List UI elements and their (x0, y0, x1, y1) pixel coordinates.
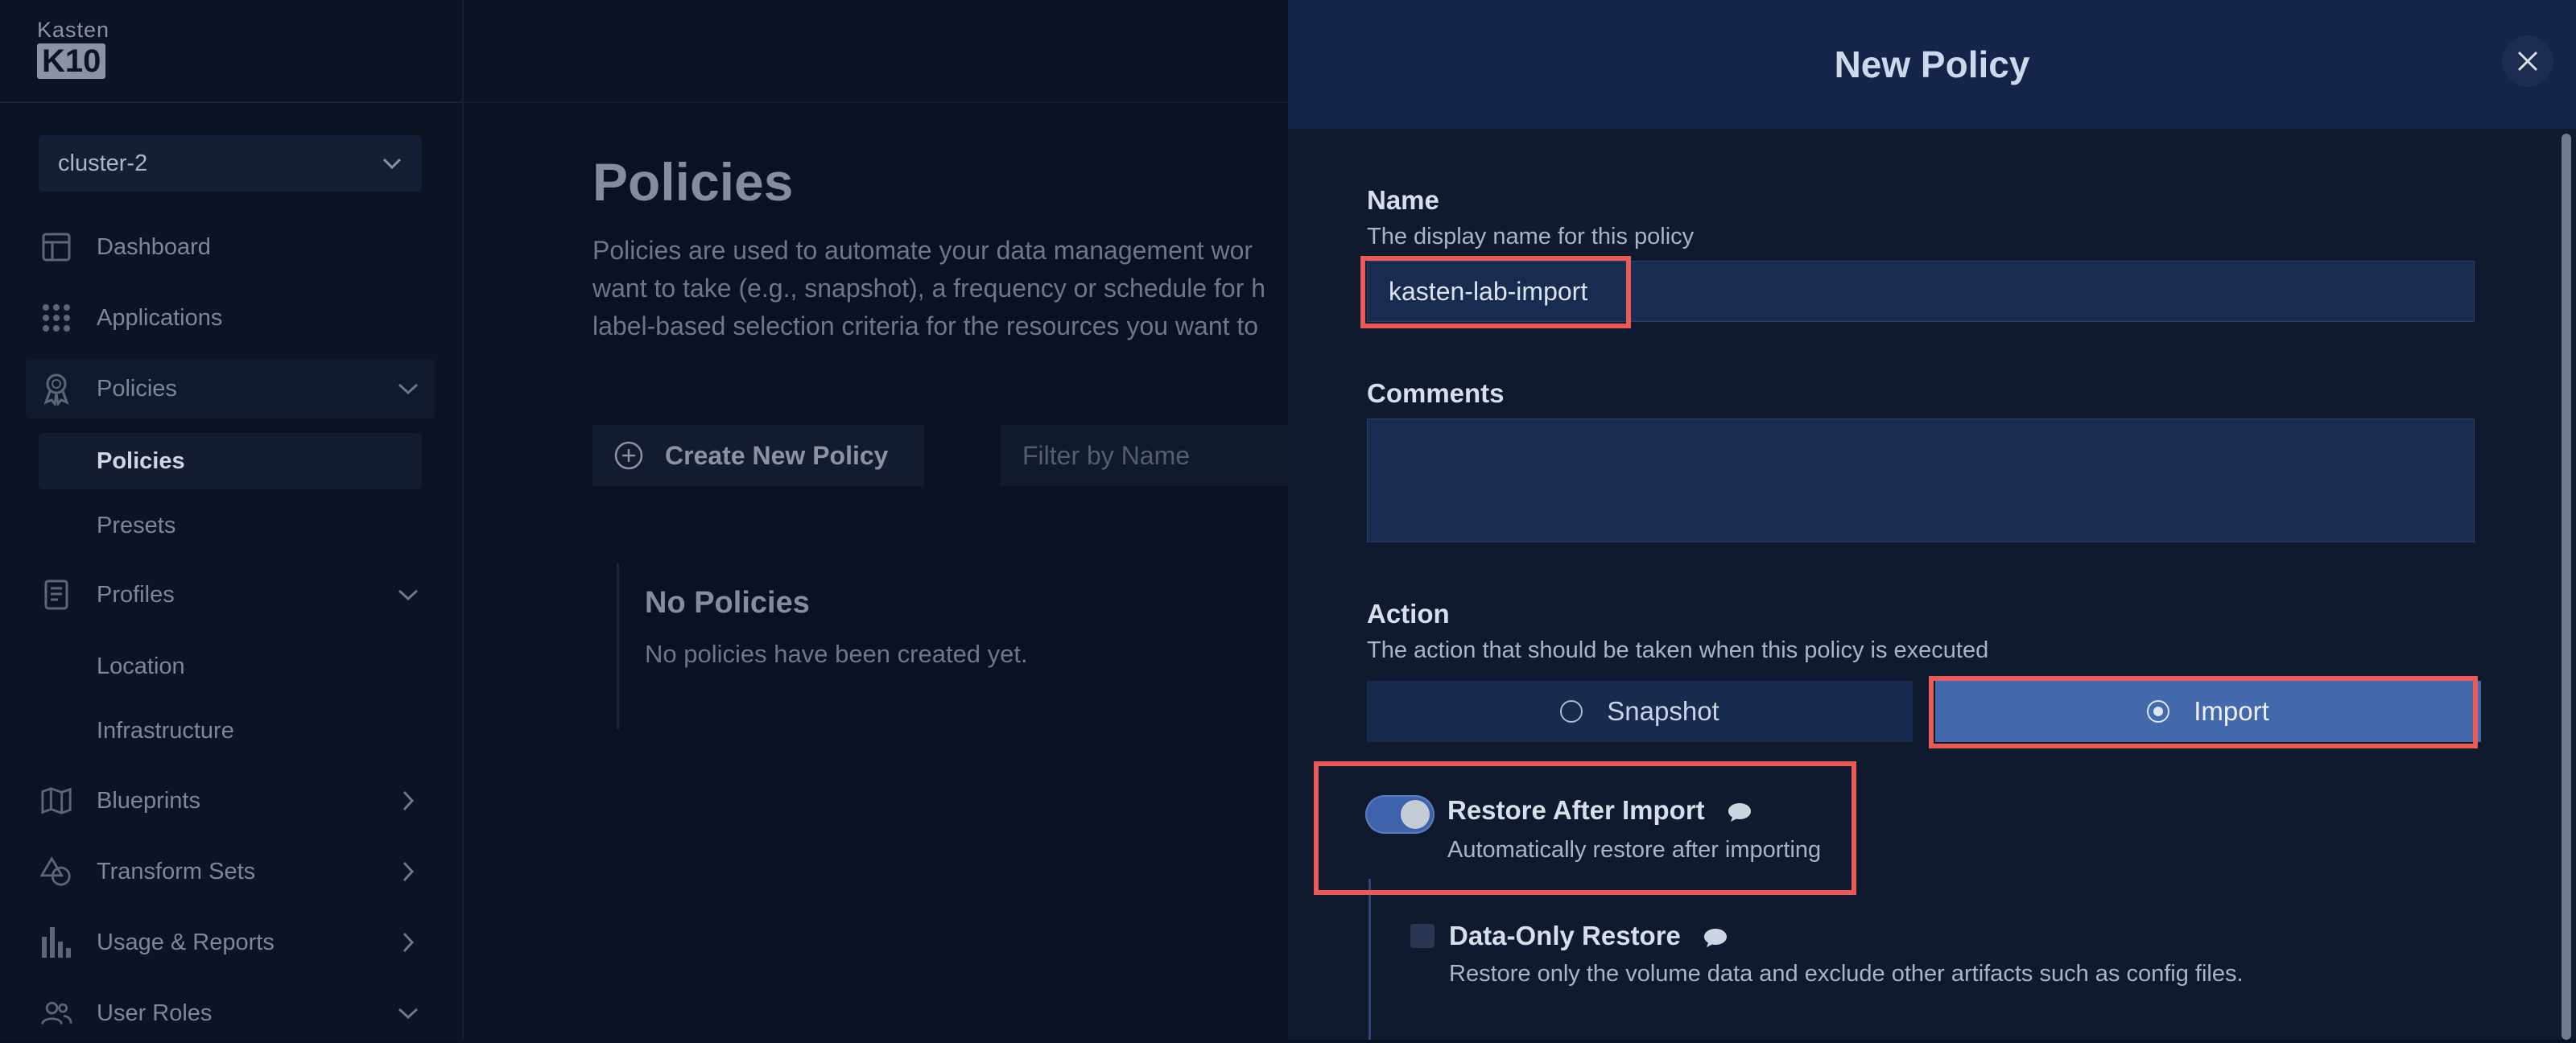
panel-header: New Policy (1288, 0, 2576, 129)
comments-textarea[interactable] (1367, 418, 2475, 542)
highlight-box-name (1360, 256, 1631, 328)
chevron-right-icon[interactable] (396, 930, 420, 954)
description-line: want to take (e.g., snapshot), a frequen… (592, 274, 1266, 303)
sidebar-item-usage-reports[interactable]: Usage & Reports (26, 913, 435, 972)
empty-state-title: No Policies (645, 586, 810, 620)
main-header (464, 0, 1288, 103)
radio-unselected-icon (1560, 700, 1583, 723)
sidebar-item-blueprints[interactable]: Blueprints (26, 771, 435, 831)
sidebar-subitem-location[interactable]: Location (39, 638, 422, 695)
sidebar-item-label: Profiles (97, 581, 175, 608)
empty-state-description: No policies have been created yet. (645, 640, 1028, 668)
sidebar-item-transform-sets[interactable]: Transform Sets (26, 842, 435, 901)
logo-top-text: Kasten (37, 18, 110, 42)
data-only-restore-help: Restore only the volume data and exclude… (1449, 961, 2244, 987)
panel-title: New Policy (1834, 43, 2030, 85)
create-button-label: Create New Policy (665, 440, 889, 470)
description-line: Policies are used to automate your data … (592, 236, 1253, 265)
name-label: Name (1367, 185, 1439, 215)
filter-by-name-input[interactable]: Filter by Name (1000, 425, 1298, 486)
dashboard-icon (40, 231, 72, 263)
profiles-document-icon (40, 579, 72, 611)
description-line: label-based selection criteria for the r… (592, 311, 1259, 340)
sidebar-item-applications[interactable]: Applications (26, 288, 435, 348)
create-new-policy-button[interactable]: Create New Policy (592, 425, 924, 486)
action-help: The action that should be taken when thi… (1367, 637, 1989, 663)
sidebar-item-label: Dashboard (97, 233, 211, 260)
action-label: Action (1367, 599, 1450, 629)
scrollbar-thumb[interactable] (2562, 134, 2571, 1040)
sidebar-header: Kasten K10 (0, 0, 462, 103)
sidebar-subitem-presets[interactable]: Presets (39, 497, 422, 554)
chevron-down-icon (382, 158, 402, 170)
transform-sets-shapes-icon (40, 855, 72, 888)
cluster-selector[interactable]: cluster-2 (39, 135, 422, 192)
sidebar-subitem-policies[interactable]: Policies (39, 433, 422, 489)
chevron-right-icon[interactable] (396, 860, 420, 884)
comments-label: Comments (1367, 378, 1505, 408)
highlight-box-import (1929, 676, 2478, 748)
kasten-k10-logo[interactable]: Kasten K10 (37, 18, 109, 79)
page-title: Policies (592, 152, 794, 212)
chevron-right-icon[interactable] (396, 789, 420, 813)
data-only-restore-label: Data-Only Restore (1449, 921, 1728, 951)
name-help: The display name for this policy (1367, 224, 1695, 249)
sidebar-item-label: Transform Sets (97, 858, 256, 884)
close-button[interactable] (2502, 35, 2553, 87)
action-option-snapshot[interactable]: Snapshot (1367, 681, 1913, 742)
data-only-label-text: Data-Only Restore (1449, 921, 1681, 950)
usage-bar-chart-icon (40, 926, 72, 958)
chevron-down-icon[interactable] (396, 1001, 420, 1025)
chevron-down-icon[interactable] (396, 583, 420, 607)
sidebar-item-label: Usage & Reports (97, 929, 275, 955)
page-description: Policies are used to automate your data … (592, 232, 1301, 345)
panel-scrollbar[interactable] (2562, 129, 2571, 1040)
chevron-down-icon[interactable] (396, 377, 420, 401)
user-roles-icon (40, 997, 72, 1029)
nested-option-connector (1368, 879, 1371, 1040)
policies-ribbon-icon (40, 373, 72, 406)
sidebar: Kasten K10 cluster-2 Dashboard Applicati… (0, 0, 464, 1040)
sidebar-item-label: Applications (97, 304, 223, 331)
sidebar-subitem-infrastructure[interactable]: Infrastructure (39, 703, 422, 759)
sidebar-item-label: User Roles (97, 1000, 213, 1026)
highlight-box-restore-after-import (1314, 761, 1856, 895)
empty-state: No Policies No policies have been create… (617, 563, 1028, 729)
sidebar-item-policies[interactable]: Policies (26, 359, 435, 418)
comment-bubble-icon[interactable] (1703, 926, 1728, 949)
logo-bottom-text: K10 (37, 43, 106, 79)
sidebar-item-dashboard[interactable]: Dashboard (26, 217, 435, 277)
cluster-selector-value: cluster-2 (58, 150, 148, 176)
blueprints-map-icon (40, 785, 72, 817)
main-content: Policies Policies are used to automate y… (464, 0, 1298, 1040)
data-only-restore-checkbox[interactable] (1410, 924, 1435, 948)
sidebar-item-label: Blueprints (97, 787, 200, 814)
sidebar-item-user-roles[interactable]: User Roles (26, 983, 435, 1043)
close-icon (2517, 51, 2538, 72)
sidebar-item-profiles[interactable]: Profiles (26, 565, 435, 625)
applications-grid-icon (40, 302, 72, 334)
sidebar-item-label: Policies (97, 375, 177, 402)
plus-circle-icon (614, 441, 643, 470)
action-option-label: Snapshot (1607, 696, 1719, 726)
